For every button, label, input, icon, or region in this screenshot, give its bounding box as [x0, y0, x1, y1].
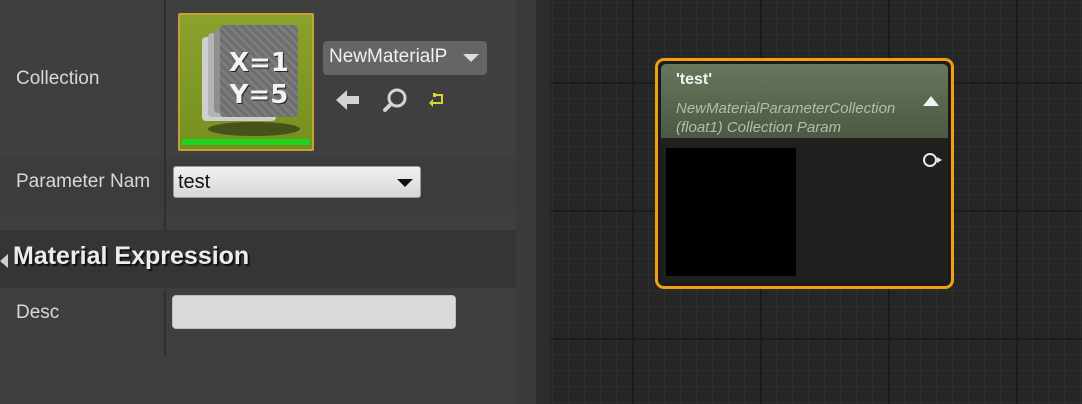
- collapse-preview-icon[interactable]: [923, 96, 939, 106]
- chevron-down-icon: [463, 54, 479, 62]
- thumbnail-shadow: [208, 122, 300, 136]
- collection-asset-combo[interactable]: NewMaterialP: [323, 41, 487, 75]
- search-icon: [383, 88, 407, 112]
- arrow-left-icon: [336, 90, 359, 110]
- parameter-name-dropdown[interactable]: test: [173, 166, 421, 198]
- node-subtitle-line: (float1) Collection Param: [676, 119, 842, 136]
- formula-line: Y=5: [229, 80, 289, 110]
- chevron-down-icon: [397, 179, 413, 187]
- details-panel: Collection X=1 Y=5 NewMaterialP Paramete…: [0, 0, 536, 404]
- category-header-material-expression[interactable]: Material Expression: [0, 230, 532, 288]
- collection-asset-name: NewMaterialP: [329, 46, 448, 67]
- parameter-name-value: test: [178, 171, 211, 193]
- formula-line: X=1: [229, 48, 289, 78]
- node-subtitle-line: NewMaterialParameterCollection: [676, 100, 896, 117]
- use-selected-button[interactable]: [334, 86, 362, 114]
- panel-splitter[interactable]: [536, 0, 550, 404]
- output-pin-icon[interactable]: [923, 153, 937, 167]
- parameter-name-label: Parameter Nam: [16, 171, 151, 192]
- collection-parameter-node[interactable]: 'test' NewMaterialParameterCollection (f…: [655, 58, 954, 289]
- desc-input[interactable]: [172, 295, 456, 329]
- reset-arrow-icon: [429, 93, 443, 107]
- output-pin-arrow-icon: [937, 157, 942, 163]
- asset-type-bar: [182, 139, 310, 145]
- node-subtitle: NewMaterialParameterCollection (float1) …: [676, 99, 895, 137]
- details-scrollbar[interactable]: [516, 0, 536, 404]
- node-title: 'test': [676, 71, 713, 88]
- node-preview: [666, 148, 796, 276]
- column-divider[interactable]: [164, 0, 166, 230]
- collection-label: Collection: [16, 68, 100, 89]
- node-header[interactable]: 'test' NewMaterialParameterCollection (f…: [661, 64, 948, 138]
- category-title: Material Expression: [13, 242, 250, 270]
- node-body: 'test' NewMaterialParameterCollection (f…: [661, 64, 948, 283]
- collection-thumbnail[interactable]: X=1 Y=5: [178, 13, 314, 151]
- reset-button[interactable]: [422, 86, 450, 114]
- browse-button[interactable]: [381, 86, 409, 114]
- thumbnail-formula: X=1 Y=5: [220, 47, 298, 111]
- desc-label: Desc: [16, 302, 60, 323]
- collapse-arrow-icon: [0, 254, 8, 268]
- column-divider[interactable]: [164, 290, 166, 356]
